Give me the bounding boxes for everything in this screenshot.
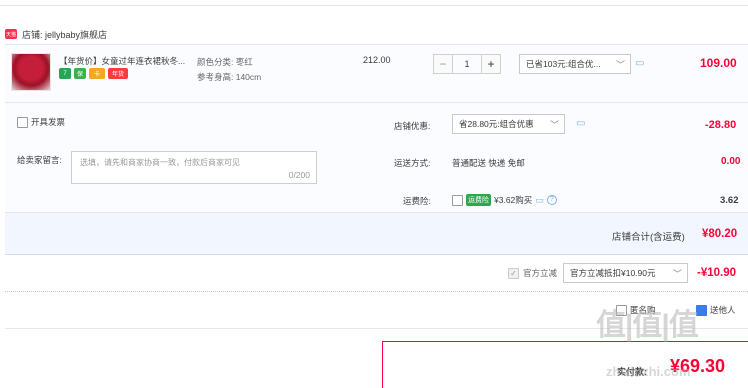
comment-icon[interactable]: ▭ xyxy=(576,118,585,129)
product-title-link[interactable]: 【年货价】女童过年连衣裙秋冬... xyxy=(59,55,194,67)
comment-icon[interactable]: ▭ xyxy=(635,58,644,69)
shipping-label: 运送方式: xyxy=(394,158,431,168)
gift-label: 送他人 xyxy=(710,305,736,315)
invoice-option[interactable]: 开具发票 xyxy=(17,116,65,128)
prop-height: 参考身高: 140cm xyxy=(197,72,262,82)
qty-input[interactable]: 1 xyxy=(453,54,481,74)
insurance-label: 运费险: xyxy=(403,196,431,206)
qty-minus-button[interactable]: − xyxy=(433,54,453,74)
shop-bar: 天猫 店铺: jellybaby旗舰店 xyxy=(5,24,107,44)
subtotal-label: 店铺合计(含运费) xyxy=(612,232,685,243)
message-counter: 0/200 xyxy=(288,170,310,180)
item-discount-value: 已省103元:组合优... xyxy=(526,59,601,69)
shop-name-link[interactable]: 店铺: jellybaby旗舰店 xyxy=(22,28,107,41)
shop-discount-value-text: 省28.80元:组合优惠 xyxy=(459,119,534,129)
comment-icon[interactable]: ▭ xyxy=(535,195,544,206)
official-discount-value-text: 官方立减抵扣¥10.90元 xyxy=(570,268,656,278)
insurance-fee: 3.62 xyxy=(720,195,739,206)
shipping-fee: 0.00 xyxy=(721,156,741,167)
official-discount-option[interactable]: ✓ 官方立减 xyxy=(508,267,557,279)
tmall-icon: 天猫 xyxy=(5,29,17,39)
official-discount-label: 官方立减 xyxy=(523,268,558,278)
guarantee-icon[interactable]: 保 xyxy=(74,68,86,79)
official-discount-select[interactable]: 官方立减抵扣¥10.90元 ﹀ xyxy=(563,263,688,283)
subtotal-amount: ¥80.20 xyxy=(702,228,738,240)
gift-option[interactable]: 送他人 xyxy=(696,304,736,316)
shop-discount-label: 店铺优惠: xyxy=(394,121,431,131)
insurance-checkbox[interactable] xyxy=(452,194,463,206)
insurance-tag: 运费险 xyxy=(466,194,491,206)
insurance-option[interactable]: 运费险 ¥3.62购买 ▭ ? xyxy=(452,194,557,206)
chevron-down-icon: ﹀ xyxy=(549,119,559,130)
chevron-down-icon: ﹀ xyxy=(672,268,682,279)
divider xyxy=(5,291,748,292)
product-properties: 颜色分类: 枣红 参考身高: 140cm xyxy=(197,55,261,85)
card-payment-icon[interactable]: 卡 xyxy=(89,68,105,79)
message-placeholder: 选填，请先和商家协商一致，付款后商家可见 xyxy=(80,158,240,167)
message-label: 给卖家留言: xyxy=(17,155,62,165)
watermark-logo: 值|值|值 xyxy=(596,309,699,342)
official-discount-amount: -¥10.90 xyxy=(697,267,737,279)
new-year-goods-badge: 年货 xyxy=(108,68,128,79)
quantity-stepper: − 1 + xyxy=(433,54,501,74)
qty-plus-button[interactable]: + xyxy=(481,54,501,74)
seller-message-field[interactable]: 选填，请先和商家协商一致，付款后商家可见 0/200 xyxy=(71,151,317,184)
invoice-checkbox[interactable] xyxy=(17,116,28,128)
table-header-edge xyxy=(0,0,748,6)
seven-day-return-icon[interactable]: 7 xyxy=(59,68,71,79)
invoice-label: 开具发票 xyxy=(31,117,66,127)
service-badges: 7 保 卡 年货 xyxy=(59,68,128,79)
shipping-method: 普通配送 快递 免邮 xyxy=(452,158,525,168)
watermark-site: zhizhizhi.com xyxy=(606,364,691,379)
help-icon[interactable]: ? xyxy=(546,195,557,205)
item-discount-select[interactable]: 已省103元:组合优... ﹀ xyxy=(519,54,631,74)
item-total: 109.00 xyxy=(700,56,737,70)
shop-discount-amount: -28.80 xyxy=(705,119,737,131)
insurance-price: ¥3.62购买 xyxy=(494,195,533,205)
unit-price: 212.00 xyxy=(363,55,391,65)
product-thumbnail[interactable] xyxy=(11,53,51,91)
shop-discount-select[interactable]: 省28.80元:组合优惠 ﹀ xyxy=(452,114,565,134)
official-discount-checkbox[interactable]: ✓ xyxy=(508,267,519,279)
chevron-down-icon: ﹀ xyxy=(615,59,625,70)
prop-color: 颜色分类: 枣红 xyxy=(197,57,253,67)
